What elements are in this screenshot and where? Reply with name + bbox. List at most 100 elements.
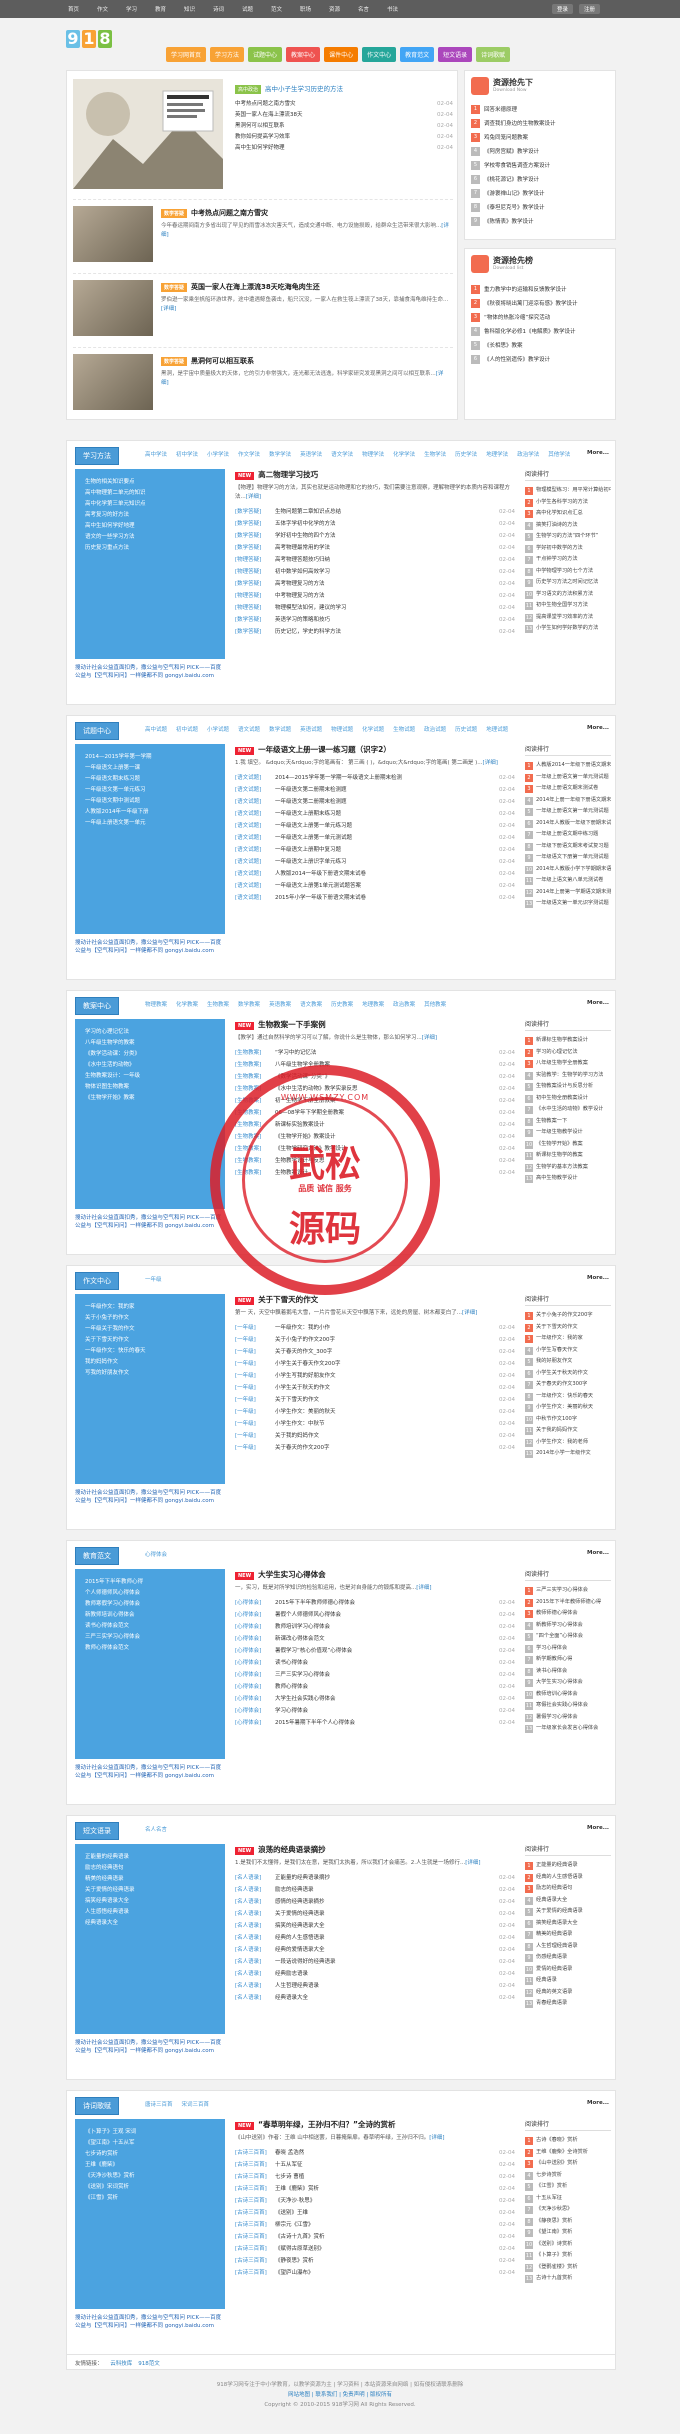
side-list-item[interactable]: 2 《秋夜将晓出篱门迎凉有感》教学设计 xyxy=(471,297,613,311)
ranking-item[interactable]: 6 2014年人教版一年级下册期末试卷 xyxy=(525,818,611,830)
section-title[interactable]: 教育范文 xyxy=(75,1547,119,1565)
main-nav-item[interactable]: 诗词歌赋 xyxy=(476,47,511,62)
top-nav-item[interactable]: 资源 xyxy=(329,5,358,13)
section-article-item[interactable]: [名人语录] 励志的经典语录 02-04 xyxy=(235,1884,515,1896)
promo-line[interactable]: 语文的一些学习方法 xyxy=(85,532,220,543)
ranking-item-text[interactable]: 关于我的妈妈作文 xyxy=(536,1425,578,1437)
ranking-item[interactable]: 8 读书心得体会 xyxy=(525,1666,611,1678)
article-category[interactable]: [古诗三百首] xyxy=(235,2243,275,2255)
article-category[interactable]: [语文试题] xyxy=(235,832,275,844)
ranking-item-text[interactable]: 小学生各科学习的方法 xyxy=(536,497,588,509)
ranking-item-text[interactable]: 八年级生物学全册教案 xyxy=(536,1058,588,1070)
section-more-link[interactable]: More... xyxy=(587,725,609,731)
article-category[interactable]: [语文试题] xyxy=(235,856,275,868)
featured-list-item[interactable]: 英国一家人在海上漂流38天 02-04 xyxy=(235,110,453,121)
section-article-item[interactable]: [生物教案] 八年级生物学全册教案 02-04 xyxy=(235,1059,515,1071)
section-title[interactable]: 作文中心 xyxy=(75,1272,119,1290)
ranking-item-text[interactable]: 精美的经典语录 xyxy=(536,1929,572,1941)
article-title[interactable]: 高考物理复习的方法 xyxy=(275,578,493,590)
article-title[interactable]: 关于下雪天的作文 xyxy=(275,1394,493,1406)
article-category[interactable]: [数学答疑] xyxy=(235,542,275,554)
article-category[interactable]: [名人语录] xyxy=(235,1968,275,1980)
section-article-item[interactable]: [数学答疑] 高考物理最常用的学法 02-04 xyxy=(235,542,515,554)
ranking-item[interactable]: 13 古诗十九首赏析 xyxy=(525,2273,611,2285)
section-title[interactable]: 短文语录 xyxy=(75,1822,119,1840)
section-tab[interactable]: 历史学法 xyxy=(455,450,477,458)
section-promo-box[interactable]: 学习的心理记忆法 八年级生物学的教案 《数学活动课：分类》 《水中生活的动物》 生物教案… xyxy=(75,1019,225,1209)
article-category[interactable]: [物理答疑] xyxy=(235,590,275,602)
article-title[interactable]: 学好初中生物的四个方法 xyxy=(275,530,493,542)
ranking-item[interactable]: 7 一年级上册语文期中练习题 xyxy=(525,829,611,841)
section-article-item[interactable]: [心得体会] 学习心得体会 02-04 xyxy=(235,1705,515,1717)
section-tab[interactable]: 名人名言 xyxy=(145,1825,167,1833)
article-title[interactable]: 小学生作文：中秋节 xyxy=(275,1418,493,1430)
main-nav-item[interactable]: 试题中心 xyxy=(248,47,283,62)
section-article-item[interactable]: [一年级] 关于春天的作文200字 02-04 xyxy=(235,1442,515,1454)
article-category[interactable]: [一年级] xyxy=(235,1394,275,1406)
ranking-item-text[interactable]: 《天净沙秋思》 xyxy=(536,2204,572,2216)
section-article-item[interactable]: [心得体会] 三严三实学习心得体会 02-04 xyxy=(235,1669,515,1681)
section-article-item[interactable]: [名人语录] 一段话说得好的经典语录 02-04 xyxy=(235,1956,515,1968)
side-item-text[interactable]: 学校零食销售调查方案设计 xyxy=(484,159,550,173)
ranking-item[interactable]: 7 干点钟学习的方法 xyxy=(525,554,611,566)
section-more-link[interactable]: More... xyxy=(587,1275,609,1281)
side-list-item[interactable]: 5 学校零食销售调查方案设计 xyxy=(471,159,613,173)
ad-text[interactable]: 搜动计社会公益直面扣秀，撒公益与空气和问 PICK——百度公益与【空气和问问】一… xyxy=(75,1213,225,1229)
section-tab[interactable]: 生物教案 xyxy=(207,1000,229,1008)
article-title[interactable]: 小学生关于秋天的作文 xyxy=(275,1382,493,1394)
section-detail-link[interactable]: [详细] xyxy=(462,1310,477,1316)
ranking-item-text[interactable]: 伤感经典语录 xyxy=(536,1952,567,1964)
promo-line[interactable]: 一年级作文：快乐的春天 xyxy=(85,1346,220,1357)
article-category[interactable]: [名人语录] xyxy=(235,1920,275,1932)
ranking-item[interactable]: 10 《送别》诗赏析 xyxy=(525,2239,611,2251)
article-category[interactable]: [语文试题] xyxy=(235,808,275,820)
ranking-item[interactable]: 5 我的好朋友作文 xyxy=(525,1356,611,1368)
article-category[interactable]: [名人语录] xyxy=(235,1944,275,1956)
ranking-item[interactable]: 5 《江雪》赏析 xyxy=(525,2181,611,2193)
section-promo-box[interactable]: 正能量的经典语录 励志的经典语句 精美的经典语录 关于爱情的经典语录 搞笑经典语录大全人… xyxy=(75,1844,225,2034)
ranking-item-text[interactable]: 青春经典语录 xyxy=(536,1998,567,2010)
ranking-item-text[interactable]: 一年级下册语文期末考试复习题 xyxy=(536,841,609,853)
section-tab[interactable]: 语文学法 xyxy=(331,450,353,458)
section-tab[interactable]: 小学试题 xyxy=(207,725,229,733)
featured-image[interactable] xyxy=(73,79,223,189)
side-list-item[interactable]: 2 调查我们身边的生物教案设计 xyxy=(471,117,613,131)
article-category[interactable]: [物理答疑] xyxy=(235,566,275,578)
ad-text[interactable]: 搜动计社会公益直面扣秀，撒公益与空气和问 PICK——百度公益与【空气和问问】一… xyxy=(75,663,225,679)
promo-line[interactable]: 三严三实学习心得体会 xyxy=(85,1632,220,1643)
section-title[interactable]: 试题中心 xyxy=(75,722,119,740)
ranking-item-text[interactable]: 一年级上册语文第一单元测试题 xyxy=(536,772,609,784)
friend-link[interactable]: 云科技库 xyxy=(110,2361,132,2367)
section-tab[interactable]: 作文学法 xyxy=(238,450,260,458)
ranking-item-text[interactable]: 一年级上语文第八单元测试卷 xyxy=(536,875,603,887)
article-category[interactable]: [一年级] xyxy=(235,1442,275,1454)
article-category[interactable]: [古诗三百首] xyxy=(235,2255,275,2267)
article-category[interactable]: [心得体会] xyxy=(235,1633,275,1645)
featured-list-item[interactable]: 高中生如何学好物理 02-04 xyxy=(235,143,453,154)
ranking-item-text[interactable]: 读书心得体会 xyxy=(536,1666,567,1678)
ranking-item[interactable]: 102014年人教版小学下学期期末语文试卷 xyxy=(525,864,611,876)
article-thumbnail[interactable] xyxy=(73,280,153,336)
featured-list-item[interactable]: 教你如何提高学习效率 02-04 xyxy=(235,132,453,143)
article-title[interactable]: 新课改心得体会范文 xyxy=(275,1633,493,1645)
section-tab[interactable]: 唐诗三百首 xyxy=(145,2100,173,2108)
article-title[interactable]: 2015年小学一年级下册语文期末试卷 xyxy=(275,892,493,904)
ranking-item[interactable]: 12 小学生作文：我的老师 xyxy=(525,1437,611,1449)
promo-line[interactable]: 一年级作文：我的家 xyxy=(85,1302,220,1313)
side-list-item[interactable]: 9 《陈情表》教学设计 xyxy=(471,215,613,229)
section-article-item[interactable]: [古诗三百首] 王维《鹿柴》赏析 02-04 xyxy=(235,2183,515,2195)
ranking-item-text[interactable]: 一年级家长会发言心得体会 xyxy=(536,1723,598,1735)
article-category[interactable]: [心得体会] xyxy=(235,1597,275,1609)
section-tab[interactable]: 生物试题 xyxy=(393,725,415,733)
section-tab[interactable]: 政治学法 xyxy=(517,450,539,458)
ranking-item-text[interactable]: 《送别》诗赏析 xyxy=(536,2239,572,2251)
ranking-item-text[interactable]: 经典的英文语录 xyxy=(536,1987,572,1999)
ranking-item-text[interactable]: 搞笑经典语录大全 xyxy=(536,1918,578,1930)
section-tab[interactable]: 一年级 xyxy=(145,1275,162,1283)
ranking-item[interactable]: 5 生物学习的方法“四个环节” xyxy=(525,531,611,543)
section-tab[interactable]: 初中试题 xyxy=(176,725,198,733)
article-title[interactable]: 高考物理答题技巧归纳 xyxy=(275,554,493,566)
section-promo-box[interactable]: 《卜算子》王观 宋词 《望江南》十五从军 七步诗的赏析 王维《鹿柴》 《天净沙秋思》赏析… xyxy=(75,2119,225,2309)
section-article-item[interactable]: [一年级] 小学生关于春天作文200字 02-04 xyxy=(235,1358,515,1370)
article-category[interactable]: [一年级] xyxy=(235,1334,275,1346)
